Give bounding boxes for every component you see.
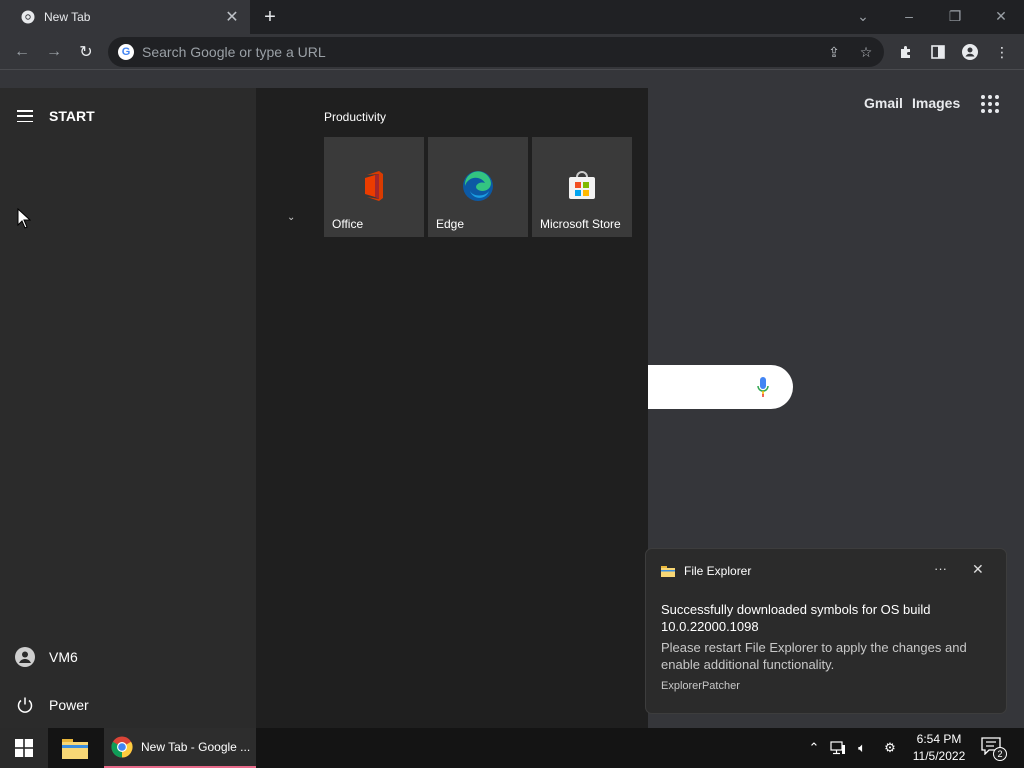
taskbar-chrome-label: New Tab - Google ... [141,740,251,754]
tile-label: Office [332,217,364,231]
clock-date: 11/5/2022 [912,749,966,763]
tile-group-title: Productivity [324,110,387,124]
clock-time: 6:54 PM [916,732,962,746]
tile-edge[interactable]: Edge [428,137,528,237]
close-icon[interactable]: ✕ [972,561,984,578]
new-tab-button[interactable]: + [258,5,282,29]
more-options-icon[interactable]: ··· [934,561,947,576]
toast-header: File Explorer [661,564,751,578]
power-label: Power [49,697,89,713]
taskbar-file-explorer[interactable] [56,734,94,764]
hamburger-menu-icon[interactable] [17,110,33,122]
menu-kebab-icon[interactable]: ⋮ [990,40,1014,64]
windows-logo-icon [15,739,33,757]
browser-toolbar: ← → ↻ G Search Google or type a URL ⇪ ☆ … [0,34,1024,70]
notification-center-button[interactable]: 2 [981,737,1007,761]
notification-toast[interactable]: File Explorer ··· ✕ Successfully downloa… [645,548,1007,714]
toast-attribution: ExplorerPatcher [661,680,740,692]
toast-body: Please restart File Explorer to apply th… [661,640,967,672]
tab-new-tab[interactable]: New Tab ✕ [0,0,250,34]
google-icon: G [118,44,134,60]
tab-strip: New Tab ✕ + ⌄ – ❐ ✕ [0,0,1024,34]
close-window-button[interactable]: ✕ [986,4,1016,28]
office-icon [365,171,383,201]
restore-button[interactable]: ❐ [940,4,970,28]
address-bar[interactable]: G Search Google or type a URL ⇪ ☆ [108,37,884,67]
tile-label: Edge [436,217,465,231]
start-button[interactable] [0,728,48,768]
toast-app-name: File Explorer [684,564,752,578]
mouse-cursor-icon [17,208,31,229]
folder-icon [62,739,88,759]
microphone-icon[interactable] [757,377,769,397]
taskbar-chrome-window[interactable]: New Tab - Google ... [104,728,256,768]
address-bar-placeholder: Search Google or type a URL [142,44,326,60]
minimize-button[interactable]: – [894,4,924,28]
user-name: VM6 [49,649,78,665]
reload-button[interactable]: ↻ [74,40,98,64]
start-title: START [49,108,95,124]
start-menu-sidebar [0,88,256,728]
edge-icon [463,171,493,201]
store-icon [569,171,595,199]
file-explorer-icon [661,565,675,577]
tile-microsoft-store[interactable]: Microsoft Store [532,137,632,237]
share-icon[interactable]: ⇪ [824,42,844,62]
images-link[interactable]: Images [912,95,960,111]
chrome-icon [20,9,36,25]
user-account-button[interactable]: VM6 [14,646,78,668]
power-button[interactable]: Power [14,694,89,716]
toast-title: Successfully downloaded symbols for OS b… [661,602,931,634]
settings-gear-icon[interactable]: ⚙ [880,738,900,758]
bookmark-star-icon[interactable]: ☆ [856,42,876,62]
taskbar: New Tab - Google ... ⌃ 🔈︎ ⚙ 6:54 PM 11/5… [0,728,1024,768]
network-icon[interactable] [828,738,848,758]
power-icon [14,694,36,716]
close-tab-icon[interactable]: ✕ [222,7,242,27]
notification-count-badge: 2 [993,747,1007,761]
volume-icon[interactable]: 🔈︎ [852,738,872,758]
gmail-link[interactable]: Gmail [864,95,903,111]
show-hidden-icons-icon[interactable]: ⌃ [804,738,824,758]
google-apps-icon[interactable] [981,95,999,113]
taskbar-clock[interactable]: 6:54 PM 11/5/2022 [907,731,971,765]
chrome-icon [111,736,133,758]
collapse-chevron-icon[interactable]: ⌄ [287,212,295,223]
tile-office[interactable]: Office [324,137,424,237]
tab-search-icon[interactable]: ⌄ [848,4,878,28]
user-avatar-icon [14,646,36,668]
extensions-puzzle-icon[interactable] [894,40,918,64]
forward-button[interactable]: → [42,40,66,64]
side-panel-icon[interactable] [926,40,950,64]
profile-icon[interactable] [958,40,982,64]
tile-label: Microsoft Store [540,217,621,231]
back-button[interactable]: ← [10,40,34,64]
tab-title: New Tab [44,10,91,24]
